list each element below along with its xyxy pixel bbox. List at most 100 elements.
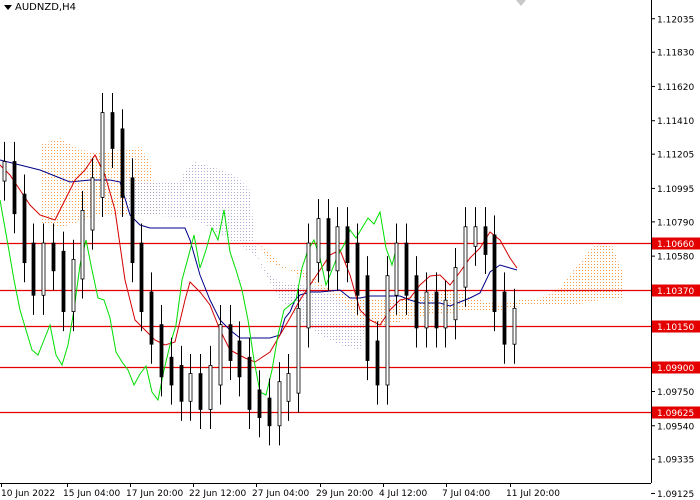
time-tick-label: 15 Jun 04:00: [63, 489, 120, 499]
candle-body: [335, 226, 340, 272]
price-tick-label: 1.11830: [657, 49, 694, 59]
candle-body: [237, 340, 242, 378]
price-tick-label: 1.11205: [657, 151, 694, 161]
candlestick: [286, 353, 291, 421]
candlestick: [414, 256, 419, 348]
candle-body: [326, 218, 331, 272]
candle-body: [443, 299, 448, 329]
price-tag-label: 1.09625: [657, 409, 694, 419]
price-tick-label: 1.10790: [657, 218, 694, 228]
candle-body: [159, 324, 164, 378]
candlestick: [267, 378, 272, 446]
candle-body: [434, 291, 439, 329]
price-tag-label: 1.10370: [657, 287, 694, 297]
chart-shift-marker-icon[interactable]: [516, 0, 526, 6]
chart-window[interactable]: 1.12035 1.11830 1.11620 1.11410 1.11205 1.109…: [0, 0, 700, 500]
candlestick: [512, 288, 517, 364]
candlestick: [483, 207, 488, 275]
candle-body: [394, 242, 399, 296]
candle-body: [414, 275, 419, 329]
candlestick: [188, 353, 193, 421]
candle-body: [257, 389, 262, 419]
candlestick: [316, 199, 321, 283]
candlestick: [502, 272, 507, 364]
candle-body: [492, 234, 497, 312]
candlestick: [12, 141, 17, 234]
candlestick: [492, 215, 497, 332]
candle-body: [51, 242, 56, 272]
candle-body: [120, 128, 125, 198]
candle-body: [385, 275, 390, 386]
candle-body: [130, 177, 135, 264]
candlestick: [277, 362, 282, 446]
price-tick-label: 1.12035: [657, 15, 694, 25]
candlestick: [365, 256, 370, 381]
candlestick: [375, 321, 380, 405]
candlestick: [51, 223, 56, 291]
time-tick-label: 22 Jun 12:00: [189, 489, 246, 499]
time-tick-label: 10 Jun 2022: [1, 489, 55, 499]
candle-body: [41, 242, 46, 296]
candlestick: [434, 272, 439, 348]
time-axis: 10 Jun 2022 15 Jun 04:00 17 Jun 20:00 22 Ju…: [0, 483, 651, 499]
time-tick-label: 11 Jul 20:00: [506, 489, 560, 499]
price-tick-label: 1.09335: [657, 456, 694, 466]
price-tick-label: 1.10995: [657, 185, 694, 195]
candle-body: [424, 291, 429, 329]
candle-body: [306, 242, 311, 329]
time-tick-label: 7 Jul 04:00: [442, 489, 491, 499]
candlestick: [41, 223, 46, 315]
candlestick: [247, 337, 252, 430]
candle-body: [375, 340, 380, 386]
symbol-title: AUDNZD,H4: [4, 2, 76, 13]
candle-body: [267, 397, 272, 427]
candlestick: [198, 353, 203, 430]
price-tag-label: 1.10660: [657, 240, 694, 250]
price-tick-label: 1.11620: [657, 83, 694, 93]
time-tick-label: 27 Jun 04:00: [252, 489, 309, 499]
time-tick-label: 29 Jun 20:00: [316, 489, 373, 499]
candle-body: [80, 210, 85, 280]
candle-body: [110, 112, 115, 149]
candle-body: [12, 161, 17, 215]
candle-body: [149, 291, 154, 345]
candlestick: [453, 247, 458, 340]
candle-body: [169, 356, 174, 386]
candlestick: [208, 345, 213, 430]
candlestick: [463, 207, 468, 307]
candlestick: [31, 223, 36, 315]
candlestick: [257, 370, 262, 438]
candlestick: [139, 223, 144, 332]
candlesticks: [2, 92, 517, 446]
candlestick: [228, 305, 233, 381]
candle-body: [218, 324, 223, 386]
candle-body: [228, 324, 233, 361]
candle-body: [100, 112, 105, 198]
candle-body: [473, 226, 478, 247]
candlestick: [149, 272, 154, 364]
candle-body: [345, 226, 350, 264]
candlestick: [237, 321, 242, 397]
price-tick-label: 1.11410: [657, 117, 694, 127]
candlestick: [424, 272, 429, 348]
candle-body: [453, 267, 458, 321]
candle-body: [208, 365, 213, 410]
candlestick: [306, 223, 311, 348]
dropdown-triangle-icon: [4, 4, 12, 10]
candle-body: [31, 242, 36, 296]
candle-body: [179, 365, 184, 402]
candlestick: [159, 305, 164, 397]
candle-body: [61, 250, 66, 312]
price-tag-label: 1.10150: [657, 323, 694, 333]
candle-body: [512, 307, 517, 345]
candle-body: [463, 226, 468, 288]
price-chart[interactable]: 1.12035 1.11830 1.11620 1.11410 1.11205 1.109…: [0, 0, 700, 500]
candlestick: [169, 337, 174, 405]
candle-body: [198, 373, 203, 410]
time-tick-label: 4 Jul 12:00: [379, 489, 428, 499]
candlestick: [473, 207, 478, 266]
price-tick-label: 1.09540: [657, 422, 694, 432]
candlestick: [385, 256, 390, 405]
candle-body: [90, 177, 95, 231]
candle-body: [22, 193, 27, 264]
